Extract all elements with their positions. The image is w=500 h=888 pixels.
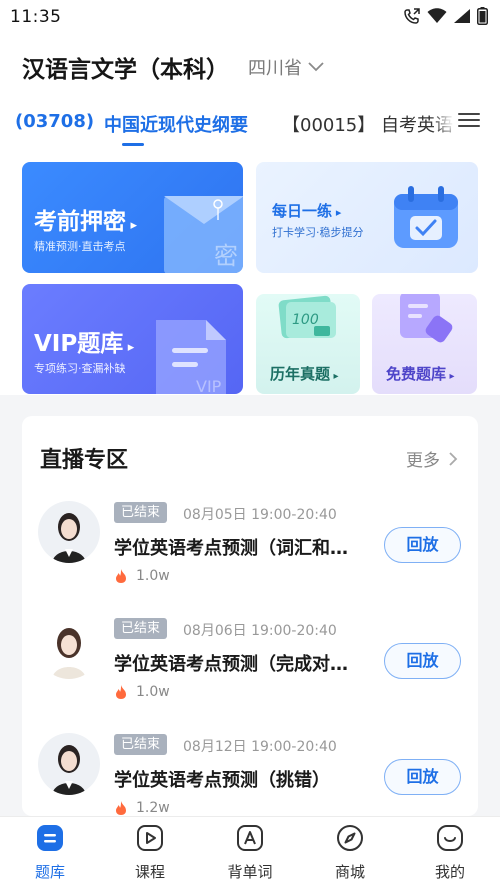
more-link[interactable]: 更多	[406, 446, 458, 471]
nav-mall[interactable]: 商城	[300, 823, 400, 882]
past-card-title-text: 历年真题	[270, 365, 331, 383]
status-badge: 已结束	[114, 734, 168, 755]
teacher-avatar	[38, 733, 100, 795]
nav-label: 我的	[434, 863, 465, 881]
live-time: 08月05日 19:00-20:40	[183, 507, 337, 523]
exam-card-title: 考前押密 ▸	[34, 209, 138, 235]
chevron-right-icon	[449, 451, 458, 466]
document-icon: VIP	[156, 320, 226, 394]
teacher-portrait-icon	[52, 745, 86, 795]
exam-card-subtitle: 精准预测·直击考点	[34, 240, 126, 253]
subject-tabs: (03708) 中国近现代史纲要 【00015】 自考英语	[0, 108, 500, 148]
course-title[interactable]: 汉语言文学（本科）	[22, 50, 229, 84]
exam-prediction-card[interactable]: 密 考前押密 ▸ 精准预测·直击考点	[22, 162, 243, 273]
score-paper-icon: 100	[278, 295, 336, 339]
play-icon	[137, 825, 163, 851]
nav-label: 商城	[334, 863, 365, 881]
bottom-nav: 题库 课程 背单词 商城 我的	[0, 816, 500, 888]
letter-a-icon	[237, 825, 263, 851]
free-bank-card[interactable]: 免费题库 ▸	[372, 294, 477, 394]
free-card-title: 免费题库 ▸	[386, 365, 455, 383]
vip-bank-card[interactable]: VIP VIP题库 ▸ 专项练习·查漏补缺	[22, 284, 243, 394]
view-count-value: 1.2w	[136, 800, 170, 816]
exam-watermark: 密	[214, 242, 238, 270]
active-tab-indicator	[122, 143, 144, 146]
tab-code-03708[interactable]: (03708)	[15, 111, 94, 132]
battery-icon	[477, 7, 488, 25]
replay-button[interactable]: 回放	[384, 643, 461, 679]
nav-courses[interactable]: 课程	[100, 823, 200, 882]
status-time: 11:35	[10, 7, 62, 27]
envelope-icon: 密	[164, 196, 243, 273]
live-section-title: 直播专区	[40, 448, 129, 473]
status-badge: 已结束	[114, 502, 168, 523]
chevron-down-icon	[308, 62, 324, 72]
daily-card-subtitle: 打卡学习·稳步提分	[272, 226, 364, 239]
smile-icon	[437, 825, 463, 851]
live-time: 08月06日 19:00-20:40	[183, 623, 337, 639]
teacher-avatar	[38, 617, 100, 679]
fire-icon	[116, 685, 126, 699]
live-title: 学位英语考点预测（词汇和…	[114, 538, 348, 559]
province-selector[interactable]: 四川省	[248, 54, 324, 80]
nav-vocabulary[interactable]: 背单词	[200, 823, 300, 882]
past-exams-card[interactable]: 100 历年真题 ▸	[256, 294, 360, 394]
view-count: 1.0w	[114, 684, 170, 700]
nav-profile[interactable]: 我的	[400, 823, 500, 882]
daily-card-title-text: 每日一练	[272, 202, 333, 220]
status-icons	[403, 7, 488, 25]
view-count-value: 1.0w	[136, 684, 170, 700]
exam-card-title-text: 考前押密	[34, 209, 126, 235]
live-time: 08月12日 19:00-20:40	[183, 739, 337, 755]
daily-card-title: 每日一练 ▸	[272, 202, 342, 220]
signal-icon	[454, 9, 470, 23]
live-item[interactable]: 已结束 08月05日 19:00-20:40 学位英语考点预测（词汇和… 1.0…	[0, 492, 500, 602]
view-count: 1.0w	[114, 568, 170, 584]
teacher-portrait-icon	[52, 628, 86, 679]
more-label: 更多	[406, 451, 440, 471]
view-count-value: 1.0w	[136, 568, 170, 584]
teacher-portrait-icon	[52, 513, 86, 563]
replay-button[interactable]: 回放	[384, 527, 461, 563]
vip-watermark: VIP	[196, 377, 222, 394]
nav-label: 背单词	[227, 863, 273, 881]
status-badge: 已结束	[114, 618, 168, 639]
tab-english-00015[interactable]: 【00015】 自考英语	[282, 111, 453, 137]
nav-label: 课程	[134, 863, 165, 881]
status-bar: 11:35	[0, 0, 500, 34]
tab-menu-icon[interactable]	[456, 109, 482, 133]
calendar-check-icon	[394, 186, 458, 248]
teacher-avatar	[38, 501, 100, 563]
live-item[interactable]: 已结束 08月06日 19:00-20:40 学位英语考点预测（完成对… 1.0…	[0, 608, 500, 718]
vip-card-title-text: VIP题库	[34, 331, 124, 357]
call-forward-icon	[404, 8, 420, 24]
past-card-title: 历年真题 ▸	[270, 365, 339, 383]
fire-icon	[116, 569, 126, 583]
score-text: 100	[292, 312, 319, 328]
nav-question-bank[interactable]: 题库	[0, 823, 100, 882]
question-bank-icon	[37, 825, 63, 851]
view-count: 1.2w	[114, 800, 170, 816]
tab-modern-history[interactable]: 中国近现代史纲要	[104, 111, 248, 137]
clipboard-tag-icon	[400, 294, 453, 343]
replay-button[interactable]: 回放	[384, 759, 461, 795]
province-label: 四川省	[248, 58, 302, 79]
wifi-icon	[427, 8, 447, 23]
vip-card-subtitle: 专项练习·查漏补缺	[34, 362, 126, 375]
live-title: 学位英语考点预测（挑错）	[114, 770, 330, 791]
vip-card-title: VIP题库 ▸	[34, 331, 135, 357]
live-title: 学位英语考点预测（完成对…	[114, 654, 348, 675]
nav-label: 题库	[34, 863, 65, 881]
fire-icon	[116, 801, 126, 815]
compass-icon	[337, 825, 363, 851]
daily-practice-card[interactable]: 每日一练 ▸ 打卡学习·稳步提分	[256, 162, 478, 273]
free-card-title-text: 免费题库	[386, 365, 447, 383]
